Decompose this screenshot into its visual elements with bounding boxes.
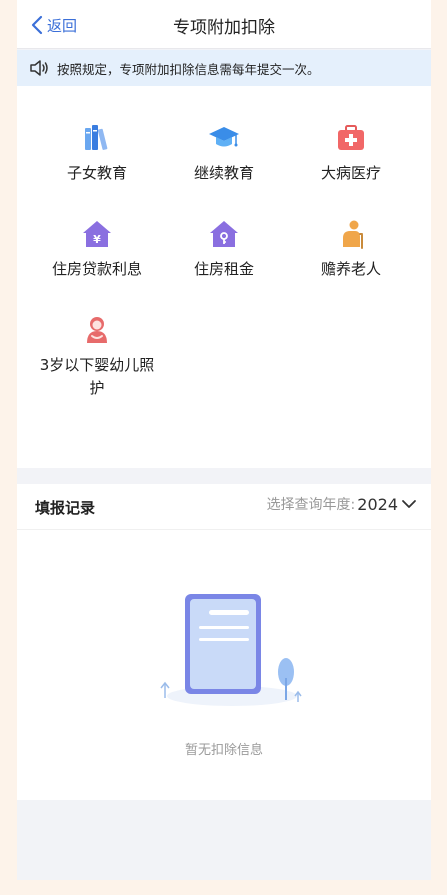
svg-text:¥: ¥ — [93, 233, 101, 246]
category-elderly-support[interactable]: 赡养老人 — [291, 218, 411, 281]
category-infant-care[interactable]: 3岁以下婴幼儿照护 — [37, 314, 157, 400]
infant-care-icon — [87, 317, 107, 343]
category-continuing-education[interactable]: 继续教育 — [164, 122, 284, 185]
category-housing-rent[interactable]: 住房租金 — [164, 218, 284, 281]
records-section: 填报记录 选择查询年度: 2024 暂无扣除信息 — [17, 484, 431, 800]
nav-bar: 返回 专项附加扣除 — [17, 0, 431, 49]
category-label: 住房租金 — [193, 260, 254, 278]
app-screen: 返回 专项附加扣除 按照规定，专项附加扣除信息需每年提交一次。 子女教育 继续教… — [17, 0, 431, 880]
records-header: 填报记录 选择查询年度: 2024 — [17, 484, 431, 530]
category-label: 大病医疗 — [320, 164, 381, 182]
category-label: 继续教育 — [193, 164, 254, 182]
empty-state-illustration — [160, 594, 302, 706]
house-yuan-icon: ¥ — [83, 221, 111, 247]
elderly-person-icon — [343, 220, 363, 249]
records-title: 填报记录 — [35, 499, 96, 517]
category-label: 3岁以下婴幼儿照护 — [37, 354, 157, 400]
category-children-education[interactable]: 子女教育 — [37, 122, 157, 185]
year-selector[interactable]: 选择查询年度: 2024 — [267, 494, 417, 514]
speaker-icon — [30, 60, 48, 76]
notice-text: 按照规定，专项附加扣除信息需每年提交一次。 — [57, 61, 320, 77]
books-icon — [85, 125, 108, 150]
medical-kit-icon — [338, 125, 364, 150]
empty-state-text: 暂无扣除信息 — [184, 743, 263, 758]
category-serious-illness-medical[interactable]: 大病医疗 — [291, 122, 411, 185]
chevron-down-icon — [402, 500, 416, 508]
notice-bar: 按照规定，专项附加扣除信息需每年提交一次。 — [17, 50, 431, 86]
category-housing-loan-interest[interactable]: ¥ 住房贷款利息 — [37, 218, 157, 281]
category-label-line2: 护 — [89, 379, 105, 397]
year-value: 2024 — [357, 494, 398, 514]
year-selector-label: 选择查询年度: — [266, 497, 356, 513]
graduation-cap-icon — [209, 127, 239, 147]
category-label: 子女教育 — [66, 164, 127, 182]
deduction-category-grid: 子女教育 继续教育 大病医疗 ¥ 住房贷款利息 住房租金 赡养老人 3岁以下婴幼… — [17, 86, 431, 468]
page-title: 专项附加扣除 — [173, 18, 275, 38]
category-label: 住房贷款利息 — [51, 260, 142, 278]
category-label: 赡养老人 — [320, 260, 381, 278]
house-key-icon — [210, 221, 238, 247]
category-label-line1: 3岁以下婴幼儿照 — [39, 356, 155, 374]
